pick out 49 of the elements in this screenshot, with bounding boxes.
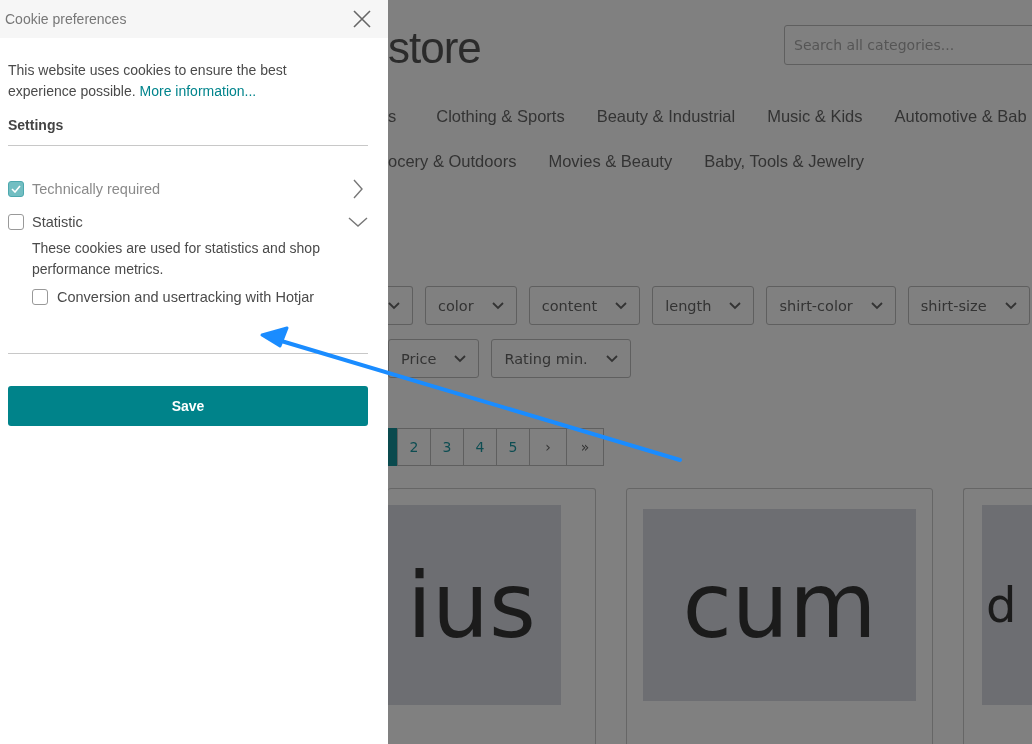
chevron-down-icon xyxy=(870,301,883,310)
filter-dropdown[interactable]: Rating min. xyxy=(491,339,631,378)
chevron-down-icon xyxy=(491,301,504,310)
category-link[interactable]: s xyxy=(388,107,397,126)
close-icon xyxy=(353,10,371,28)
page-button[interactable]: 3 xyxy=(430,428,464,466)
filter-dropdown[interactable] xyxy=(388,286,413,325)
image-text: d xyxy=(986,577,1017,633)
page-button[interactable]: › xyxy=(529,428,567,466)
panel-title: Cookie preferences xyxy=(5,11,127,27)
filter-dropdown[interactable]: Price xyxy=(388,339,480,378)
filter-dropdown[interactable]: length xyxy=(652,286,755,325)
category-link[interactable]: Beauty & Industrial xyxy=(596,107,736,126)
close-button[interactable] xyxy=(353,10,371,28)
chevron-down-icon xyxy=(1004,301,1017,310)
image-text: ius xyxy=(407,552,536,658)
category-link[interactable]: Movies & Beauty xyxy=(548,152,673,171)
category-link[interactable]: Music & Kids xyxy=(767,107,863,126)
category-link[interactable]: Clothing & Sports xyxy=(436,107,565,126)
category-link[interactable]: ocery & Outdoors xyxy=(388,152,517,171)
filter-dropdown[interactable]: content xyxy=(528,286,641,325)
filter-dropdown[interactable]: color xyxy=(425,286,517,325)
checkbox[interactable] xyxy=(8,213,24,230)
group-label: Technically required xyxy=(32,180,162,197)
chevron-down-icon xyxy=(615,301,628,310)
page-button[interactable]: 4 xyxy=(463,428,497,466)
option-label: Conversion and usertracking with Hotjar xyxy=(57,289,315,305)
intro-text: This website uses cookies to ensure the best experience possible. More information... xyxy=(8,61,288,101)
filter-dropdown[interactable]: shirt-color xyxy=(766,286,896,325)
chevron-down-icon xyxy=(729,301,742,310)
category-link[interactable]: Automotive & Bab xyxy=(894,107,1027,126)
page-button[interactable] xyxy=(388,428,398,466)
group-label: Statistic xyxy=(32,213,84,230)
store-logo: store xyxy=(388,22,481,73)
image-text: cum xyxy=(682,552,877,658)
checkbox[interactable] xyxy=(32,289,48,305)
settings-heading: Settings xyxy=(8,117,65,133)
group-description: These cookies are used for statistics and shop performance metrics. xyxy=(32,239,321,279)
more-information-link[interactable]: More information... xyxy=(139,83,257,99)
page-button[interactable]: » xyxy=(566,428,604,466)
chevron-down-icon xyxy=(605,354,618,363)
category-link[interactable]: Baby, Tools & Jewelry xyxy=(704,152,865,171)
check-icon xyxy=(11,184,21,193)
filter-dropdown[interactable]: shirt-size xyxy=(907,286,1030,325)
page-button[interactable]: 2 xyxy=(397,428,431,466)
save-button[interactable]: Save xyxy=(8,386,368,426)
chevron-down-icon xyxy=(454,354,467,363)
chevron-down-icon xyxy=(388,301,400,310)
page-button[interactable]: 5 xyxy=(496,428,530,466)
